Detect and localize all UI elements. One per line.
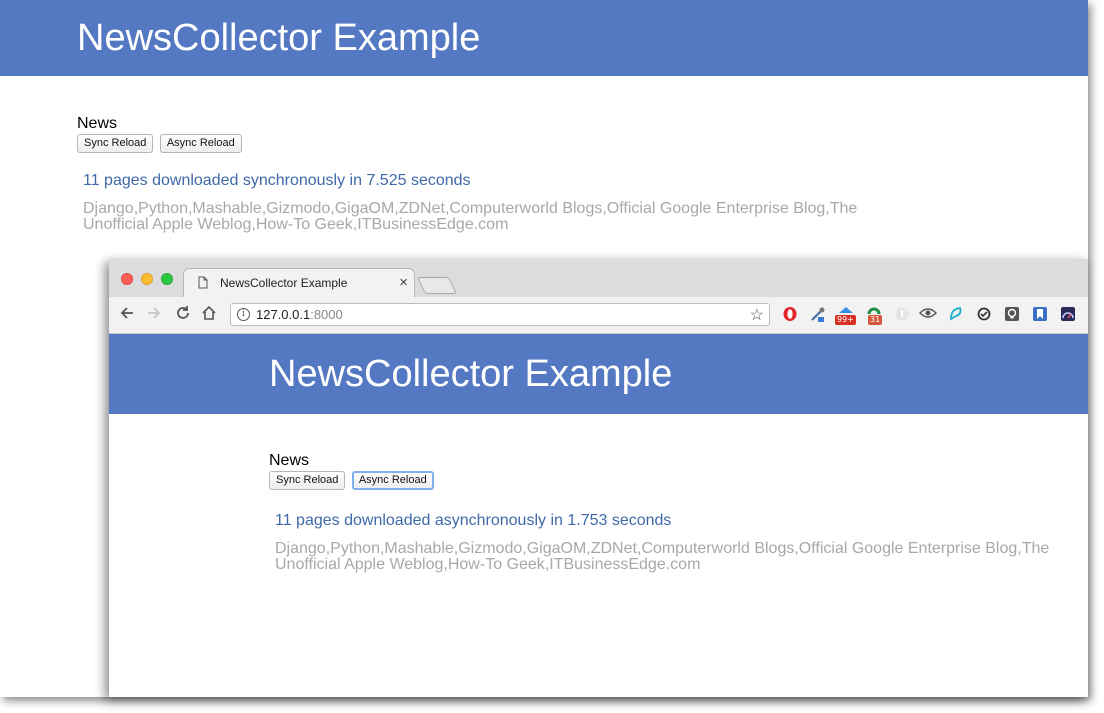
back-arrow-icon[interactable] bbox=[119, 305, 135, 325]
news-section: News Sync Reload Async Reload 11 pages d… bbox=[269, 452, 1069, 573]
news-heading: News bbox=[77, 115, 118, 132]
sync-reload-button[interactable]: Sync Reload bbox=[269, 471, 346, 490]
front-browser-window: NewsCollector Example × i 127.0.0.1:8000… bbox=[109, 259, 1088, 697]
async-reload-button[interactable]: Async Reload bbox=[351, 471, 434, 490]
eye-extension-icon[interactable] bbox=[919, 306, 937, 324]
page-icon bbox=[198, 276, 208, 292]
sync-extension-icon[interactable] bbox=[975, 306, 993, 324]
mail-extension-icon[interactable]: 99+ bbox=[835, 306, 856, 325]
tab-title: NewsCollector Example bbox=[220, 276, 348, 290]
forward-arrow-icon[interactable] bbox=[146, 305, 162, 325]
mail-count-badge: 99+ bbox=[835, 315, 856, 325]
news-sources-list: Django,Python,Mashable,Gizmodo,GigaOM,ZD… bbox=[275, 540, 1050, 573]
tab-strip: NewsCollector Example × bbox=[109, 259, 1088, 297]
sync-reload-button[interactable]: Sync Reload bbox=[77, 134, 154, 153]
download-result-text: 11 pages downloaded synchronously in 7.5… bbox=[83, 172, 471, 189]
info-icon[interactable]: i bbox=[237, 308, 250, 321]
bird-extension-icon[interactable] bbox=[947, 306, 965, 324]
button-row: Sync Reload Async Reload bbox=[269, 470, 1069, 490]
download-result-text: 11 pages downloaded asynchronously in 1.… bbox=[275, 512, 672, 529]
news-section: News Sync Reload Async Reload 11 pages d… bbox=[77, 115, 877, 233]
calendar-count-badge: 31 bbox=[868, 315, 883, 325]
tab-newscollector[interactable]: NewsCollector Example × bbox=[183, 268, 415, 297]
gauge-extension-icon[interactable] bbox=[1059, 306, 1077, 324]
async-reload-button[interactable]: Async Reload bbox=[159, 134, 242, 153]
bookmark-extension-icon[interactable] bbox=[1031, 306, 1049, 324]
window-close-button[interactable] bbox=[121, 273, 133, 285]
page-banner-title: NewsCollector Example bbox=[0, 0, 1088, 76]
bookmark-star-icon[interactable]: ☆ bbox=[750, 305, 764, 325]
browser-toolbar: i 127.0.0.1:8000 ☆ 99+ 31 bbox=[109, 297, 1088, 334]
new-tab-button[interactable] bbox=[417, 277, 457, 294]
home-icon[interactable] bbox=[201, 305, 217, 325]
disabled-extension-icon[interactable] bbox=[893, 306, 911, 324]
reload-icon[interactable] bbox=[175, 305, 191, 325]
window-minimize-button[interactable] bbox=[141, 273, 153, 285]
url-text: 127.0.0.1:8000 bbox=[256, 307, 343, 322]
button-row: Sync Reload Async Reload bbox=[77, 133, 877, 153]
news-heading: News bbox=[269, 452, 310, 469]
page-banner-title: NewsCollector Example bbox=[109, 334, 1088, 414]
news-sources-list: Django,Python,Mashable,Gizmodo,GigaOM,ZD… bbox=[83, 200, 858, 233]
window-maximize-button[interactable] bbox=[161, 273, 173, 285]
url-port: :8000 bbox=[310, 307, 343, 322]
opera-extension-icon[interactable] bbox=[781, 306, 799, 324]
lightbulb-extension-icon[interactable] bbox=[1003, 306, 1021, 324]
url-host: 127.0.0.1 bbox=[256, 307, 311, 322]
calendar-extension-icon[interactable]: 31 bbox=[865, 306, 883, 325]
tool-extension-icon[interactable] bbox=[809, 306, 827, 324]
address-bar[interactable]: i 127.0.0.1:8000 ☆ bbox=[230, 303, 770, 326]
tab-close-icon[interactable]: × bbox=[399, 274, 408, 291]
